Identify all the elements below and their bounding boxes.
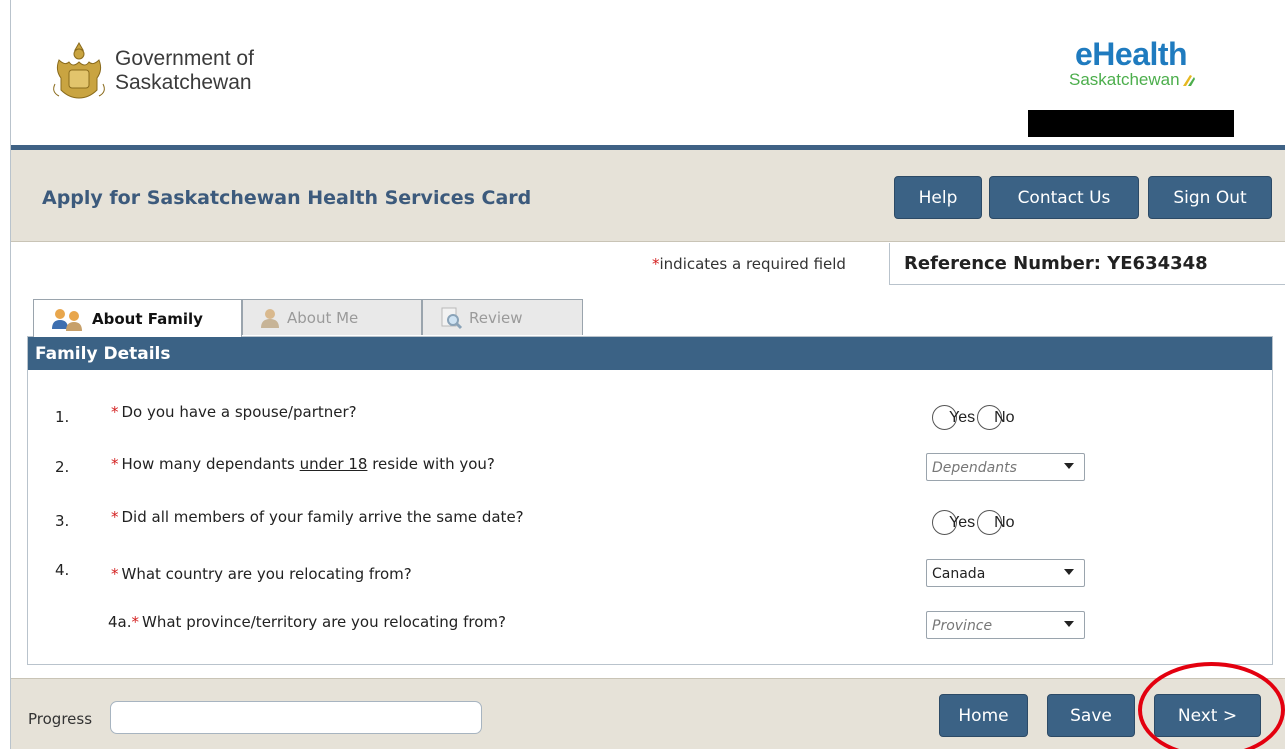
gov-line-1: Government of	[115, 47, 254, 70]
contact-us-button[interactable]: Contact Us	[989, 176, 1139, 219]
required-star: *	[111, 403, 119, 421]
ehealth-logo-subtext: Saskatchewan	[1069, 70, 1249, 90]
redacted-user-box	[1028, 110, 1234, 137]
arrival-yes-label[interactable]: Yes	[949, 514, 975, 532]
country-select-value: Canada	[932, 566, 986, 582]
required-star: *	[111, 565, 119, 583]
question-3-label: Did all members of your family arrive th…	[121, 508, 524, 526]
country-select[interactable]: Canada	[926, 559, 1085, 587]
page: Government of Saskatchewan eHealth Saska…	[10, 0, 1285, 749]
question-1-text: * Do you have a spouse/partner?	[111, 403, 357, 421]
province-select-value: Province	[932, 618, 993, 634]
question-1-label: Do you have a spouse/partner?	[121, 403, 357, 421]
spouse-yes-label[interactable]: Yes	[949, 409, 975, 427]
spouse-no-label[interactable]: No	[994, 409, 1014, 427]
ehealth-logo-text: eHealth	[1075, 36, 1188, 72]
tab-review-label: Review	[469, 308, 523, 327]
dependants-select-value: Dependants	[932, 460, 1017, 476]
family-details-section: Family Details 1. * Do you have a spouse/…	[27, 336, 1273, 665]
required-star: *	[131, 613, 140, 631]
question-2-number: 2.	[55, 458, 70, 476]
section-title: Family Details	[28, 337, 1272, 370]
tab-about-family[interactable]: About Family	[33, 299, 242, 337]
sign-out-button[interactable]: Sign Out	[1148, 176, 1272, 219]
spouse-radio-group: Yes No	[932, 405, 1017, 430]
chevron-down-icon	[1064, 463, 1074, 469]
tab-about-me[interactable]: About Me	[242, 299, 422, 335]
arrival-no-label[interactable]: No	[994, 514, 1014, 532]
person-icon	[261, 308, 279, 328]
question-2-label-end: reside with you?	[367, 455, 495, 473]
question-1-number: 1.	[55, 408, 70, 426]
question-4-label: What country are you relocating from?	[121, 565, 412, 583]
question-2-label-start: How many dependants	[121, 455, 300, 473]
site-header: Government of Saskatchewan eHealth Saska…	[11, 0, 1285, 145]
tab-about-me-label: About Me	[287, 308, 359, 327]
tab-about-family-label: About Family	[92, 309, 203, 328]
required-star: *	[652, 255, 660, 273]
province-select[interactable]: Province	[926, 611, 1085, 639]
save-button[interactable]: Save	[1047, 694, 1135, 737]
required-star: *	[111, 455, 119, 473]
question-2-text: * How many dependants under 18 reside wit…	[111, 455, 495, 473]
reference-number: Reference Number: YE634348	[889, 243, 1285, 285]
family-icon	[52, 308, 82, 331]
question-2-underlined: under 18	[299, 455, 368, 473]
question-4-text: * What country are you relocating from?	[111, 565, 412, 583]
question-4-number: 4.	[55, 561, 70, 579]
dependants-select[interactable]: Dependants	[926, 453, 1085, 481]
next-button[interactable]: Next >	[1154, 694, 1261, 737]
government-logo[interactable]: Government of Saskatchewan	[49, 40, 254, 102]
page-title: Apply for Saskatchewan Health Services C…	[42, 187, 532, 209]
question-4a-label: What province/territory are you relocati…	[142, 613, 506, 631]
gov-line-2: Saskatchewan	[115, 71, 252, 94]
ehealth-logo[interactable]: eHealth Saskatchewan	[1069, 38, 1249, 90]
footer-bar: Progress Home Save Next >	[11, 678, 1285, 749]
required-field-note: *indicates a required field	[652, 255, 846, 273]
arrival-radio-group: Yes No	[932, 510, 1017, 535]
title-bar: Apply for Saskatchewan Health Services C…	[11, 150, 1285, 242]
wheat-icon	[1182, 75, 1195, 86]
progress-bar	[110, 701, 482, 734]
government-name: Government of Saskatchewan	[115, 47, 254, 95]
question-4a-text: 4a.* What province/territory are you relo…	[108, 613, 506, 631]
ehealth-province: Saskatchewan	[1069, 70, 1180, 89]
home-button[interactable]: Home	[939, 694, 1028, 737]
required-row: *indicates a required field Reference Nu…	[11, 243, 1285, 285]
magnifier-document-icon	[441, 307, 463, 329]
required-star: *	[111, 508, 119, 526]
progress-label: Progress	[28, 710, 93, 728]
question-3-number: 3.	[55, 512, 70, 530]
question-3-text: * Did all members of your family arrive t…	[111, 508, 524, 526]
help-button[interactable]: Help	[894, 176, 982, 219]
chevron-down-icon	[1064, 621, 1074, 627]
question-4a-number: 4a.	[108, 613, 132, 631]
tab-review[interactable]: Review	[422, 299, 583, 335]
crest-icon	[53, 41, 105, 99]
required-note-text: indicates a required field	[659, 255, 846, 273]
chevron-down-icon	[1064, 569, 1074, 575]
